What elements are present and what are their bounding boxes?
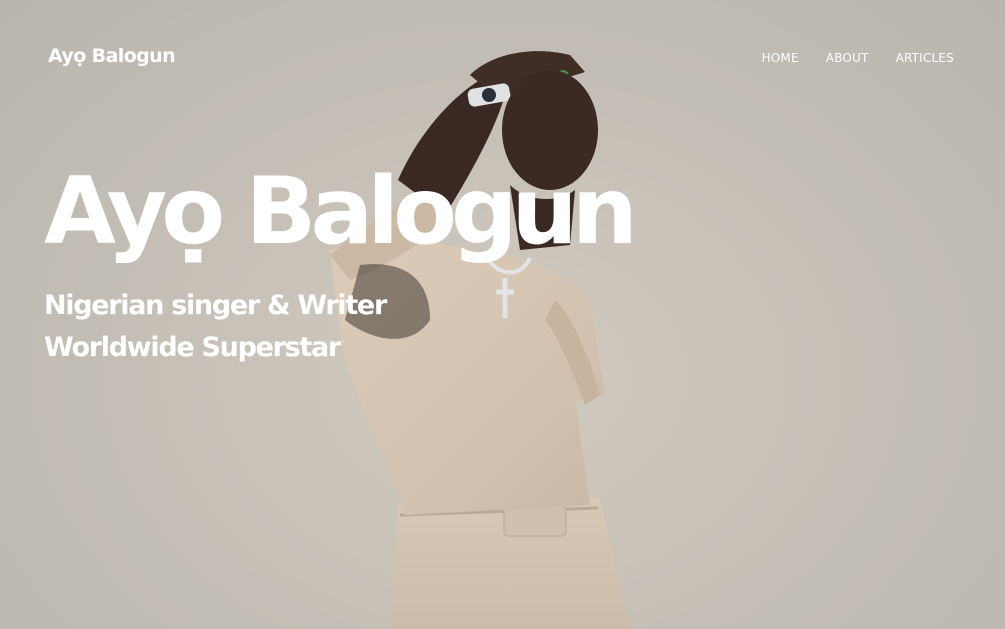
hero-subtitle: Nigerian singer & Writer Worldwide Super… xyxy=(44,285,387,369)
main-nav: HOME ABOUT ARTICLES xyxy=(762,51,954,65)
nav-home[interactable]: HOME xyxy=(762,51,799,65)
nav-about[interactable]: ABOUT xyxy=(826,51,869,65)
hero-subtitle-line1: Nigerian singer & Writer xyxy=(44,290,387,321)
hero-subtitle-line2: Worldwide Superstar xyxy=(44,332,341,363)
brand-logo[interactable]: Ayọ Balogun xyxy=(48,45,176,67)
hero-title: Ayọ Balogun xyxy=(44,157,638,265)
nav-articles[interactable]: ARTICLES xyxy=(896,51,954,65)
hero-section: Ayọ Balogun HOME ABOUT ARTICLES Ayọ Balo… xyxy=(0,0,1005,629)
